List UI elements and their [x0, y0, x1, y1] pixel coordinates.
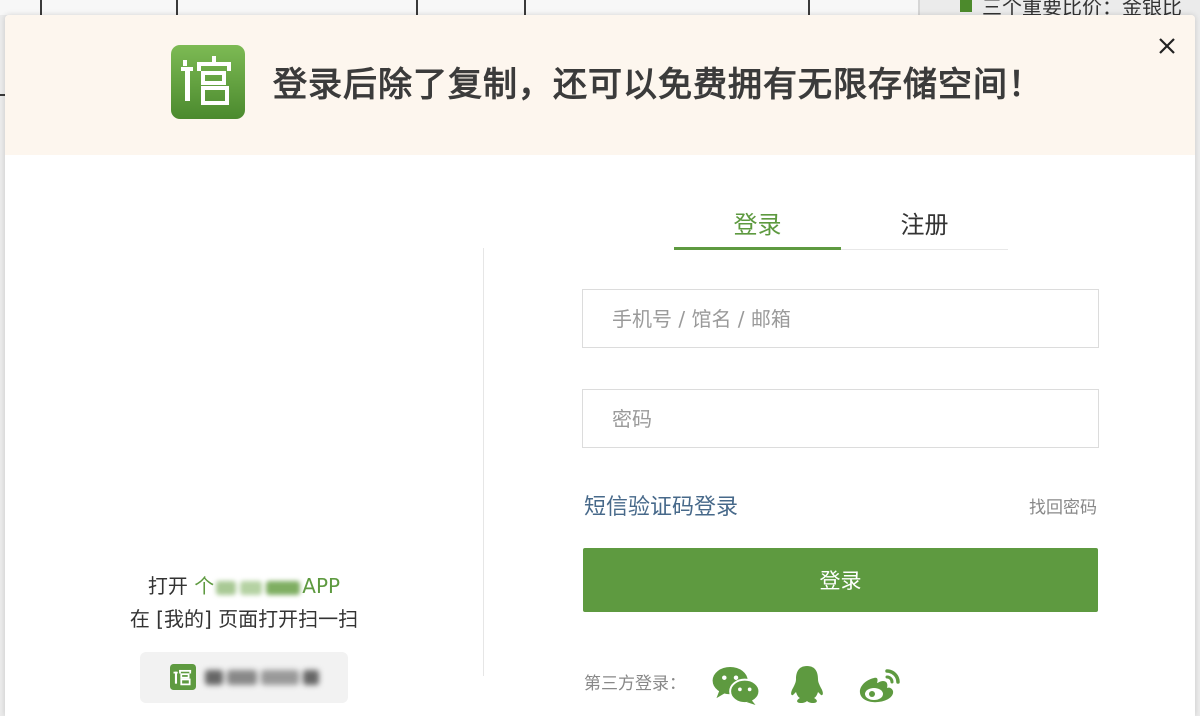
forgot-password-link[interactable]: 找回密码	[1029, 496, 1097, 520]
qq-icon[interactable]	[788, 664, 826, 704]
table-divider	[40, 0, 42, 15]
library-logo-icon	[171, 45, 245, 119]
auth-tabs: 登录 注册	[674, 203, 1008, 250]
account-input[interactable]	[582, 289, 1099, 348]
table-divider	[808, 0, 810, 15]
sms-login-link[interactable]: 短信验证码登录	[584, 493, 738, 523]
table-divider	[524, 0, 526, 15]
open-prefix: 打开	[147, 574, 188, 598]
third-party-label: 第三方登录：	[584, 674, 686, 694]
login-button[interactable]: 登录	[583, 548, 1098, 612]
wechat-icon[interactable]	[711, 666, 761, 705]
qr-line-open-app: 打开 个 APP	[44, 570, 444, 603]
login-modal: 登录后除了复制，还可以免费拥有无限存储空间！ 打开 个 APP 在 [我的] 页面…	[5, 15, 1195, 716]
qr-instructions: 打开 个 APP 在 [我的] 页面打开扫一扫	[44, 570, 444, 636]
app-name-start: 个	[194, 574, 215, 598]
green-bullet-icon	[960, 0, 972, 12]
tab-register[interactable]: 注册	[841, 203, 1008, 250]
modal-header: 登录后除了复制，还可以免费拥有无限存储空间！	[5, 15, 1195, 155]
qr-scan-hint: 在 [我的] 页面打开扫一扫	[129, 607, 359, 631]
close-icon[interactable]	[1158, 37, 1176, 55]
panel-divider	[483, 248, 484, 676]
table-divider	[176, 0, 178, 15]
table-divider	[416, 0, 418, 15]
background-table	[0, 0, 918, 15]
modal-title: 登录后除了复制，还可以免费拥有无限存储空间！	[273, 65, 1043, 105]
app-name-end: APP	[302, 574, 341, 598]
blurred-text	[214, 578, 302, 598]
password-input[interactable]	[582, 389, 1099, 448]
tab-login[interactable]: 登录	[674, 203, 841, 250]
library-logo-icon	[170, 664, 196, 690]
download-app-button[interactable]	[140, 652, 348, 703]
weibo-icon[interactable]	[857, 666, 903, 704]
blurred-text	[205, 668, 322, 688]
page: 三个重要比价：金银比 登录后除了复制，还可以免费拥有无限存储空间！ 打开 个 A…	[0, 0, 1200, 716]
